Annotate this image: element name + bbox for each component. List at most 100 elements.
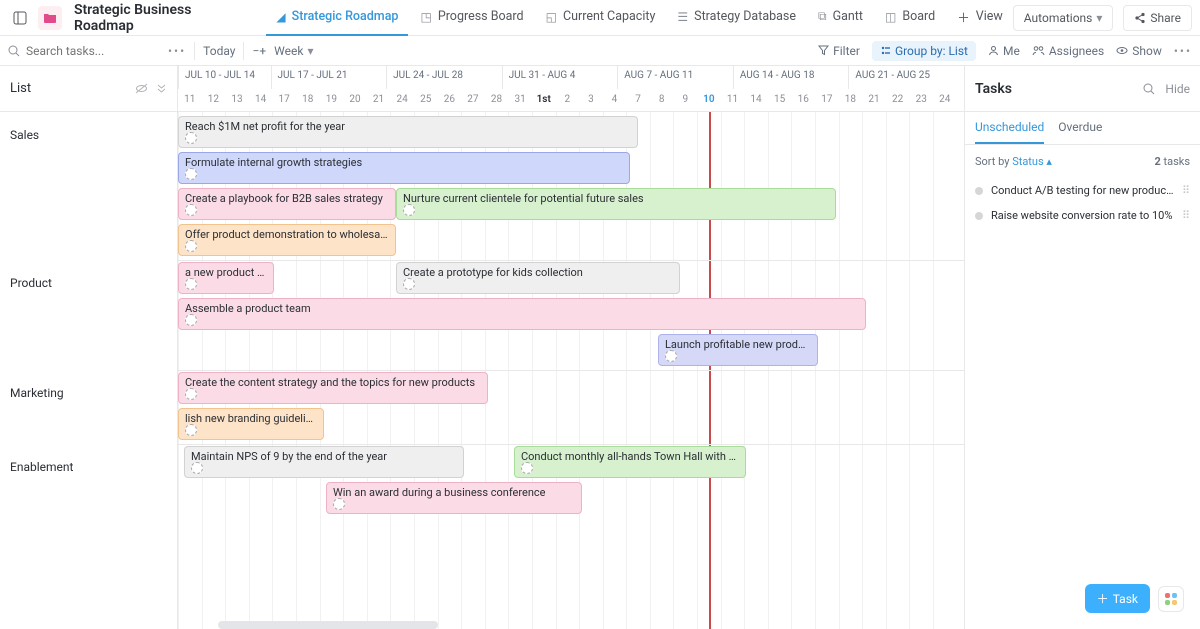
timeline-header: JUL 10 - JUL 14JUL 17 - JUL 21JUL 24 - J… (178, 66, 964, 112)
group-row[interactable]: Marketing (0, 370, 177, 444)
assignee-placeholder-icon[interactable] (333, 498, 345, 510)
timeline-bar[interactable]: Launch profitable new products wi… (658, 334, 818, 366)
assignees-button[interactable]: Assignees (1032, 44, 1104, 58)
filter-button[interactable]: Filter (818, 44, 860, 58)
timeline-body[interactable]: Reach $1M net profit for the year Formula… (178, 112, 964, 629)
assignee-placeholder-icon[interactable] (191, 462, 203, 474)
day-label: 24 (933, 94, 957, 105)
toolbar-more-icon[interactable]: ••• (1174, 44, 1192, 58)
assignee-placeholder-icon[interactable] (521, 462, 533, 474)
collapse-icon[interactable] (156, 83, 167, 94)
day-label: 14 (249, 94, 273, 105)
assignee-placeholder-icon[interactable] (403, 204, 415, 216)
assignee-placeholder-icon[interactable] (185, 168, 197, 180)
assignee-placeholder-icon[interactable] (185, 132, 197, 144)
header-left: Strategic Business Roadmap (8, 2, 266, 34)
day-label: 23 (909, 94, 933, 105)
day-label: 20 (343, 94, 367, 105)
day-label: 16 (791, 94, 815, 105)
week-label: JUL 24 - JUL 28 (386, 66, 502, 89)
weeks-row: JUL 10 - JUL 14JUL 17 - JUL 21JUL 24 - J… (178, 66, 964, 89)
horizontal-scrollbar[interactable] (178, 621, 964, 629)
sidebar-toggle-icon[interactable] (8, 6, 32, 30)
timeline-bar[interactable]: Create a prototype for kids collection (396, 262, 680, 294)
timeline-bar[interactable]: Nurture current clientele for potential … (396, 188, 836, 220)
tab-view[interactable]: ⧉Gantt (808, 0, 873, 36)
fab-area: ＋ Task (1085, 584, 1184, 613)
timeline-bar[interactable]: Maintain NPS of 9 by the end of the year (184, 446, 464, 478)
timeline-bar[interactable]: Assemble a product team (178, 298, 866, 330)
assignee-placeholder-icon[interactable] (185, 424, 197, 436)
assignee-placeholder-icon[interactable] (185, 204, 197, 216)
unscheduled-task[interactable]: Conduct A/B testing for new product p…⠿ (965, 178, 1200, 203)
assignee-placeholder-icon[interactable] (403, 278, 415, 290)
today-button[interactable]: Today (203, 44, 235, 58)
new-task-button[interactable]: ＋ Task (1085, 584, 1150, 613)
top-header: Strategic Business Roadmap ◢Strategic Ro… (0, 0, 1200, 36)
assignee-placeholder-icon[interactable] (665, 350, 677, 362)
tab-view[interactable]: ☰Strategy Database (667, 0, 806, 36)
day-label: 13 (225, 94, 249, 105)
zoom-in-icon[interactable]: + (259, 44, 266, 58)
week-label: JUL 10 - JUL 14 (178, 66, 271, 89)
day-label: 21 (862, 94, 886, 105)
search-icon[interactable] (1143, 83, 1155, 95)
apps-button[interactable] (1158, 586, 1184, 612)
group-row[interactable]: Enablement (0, 444, 177, 518)
zoom-level[interactable]: Week ▾ (274, 44, 313, 58)
assignee-placeholder-icon[interactable] (185, 388, 197, 400)
day-label: 8 (650, 94, 674, 105)
timeline-bar[interactable]: lish new branding guidelines f… (178, 408, 324, 440)
tab-unscheduled[interactable]: Unscheduled (975, 120, 1044, 144)
drag-handle-icon[interactable]: ⠿ (1182, 209, 1190, 222)
more-icon[interactable]: ••• (168, 44, 186, 58)
drag-handle-icon[interactable]: ⠿ (1182, 184, 1190, 197)
day-label: 10 (697, 94, 721, 105)
day-label: 31 (508, 94, 532, 105)
share-button[interactable]: Share (1123, 5, 1192, 31)
week-label: AUG 7 - AUG 11 (617, 66, 733, 89)
tab-view[interactable]: ◳Progress Board (410, 0, 533, 36)
groups-header: List (0, 66, 177, 112)
timeline-bar[interactable]: Offer product demonstration to wholesale… (178, 224, 396, 256)
assignee-placeholder-icon[interactable] (185, 278, 197, 290)
search-input[interactable] (26, 44, 136, 58)
automations-button[interactable]: Automations ▾ (1013, 5, 1114, 31)
add-view-button[interactable]: ＋View (947, 0, 1013, 36)
zoom-out-icon[interactable]: − (252, 44, 259, 58)
folder-icon (38, 6, 62, 30)
timeline-bar[interactable]: a new product strate… (178, 262, 274, 294)
tab-view[interactable]: ◫Board (875, 0, 945, 36)
unscheduled-task[interactable]: Raise website conversion rate to 10%⠿ (965, 203, 1200, 228)
tab-view[interactable]: ◢Strategic Roadmap (266, 0, 408, 36)
tasks-sort[interactable]: Sort by Status ▴ 2 tasks (965, 145, 1200, 178)
assignee-placeholder-icon[interactable] (185, 240, 197, 252)
show-button[interactable]: Show (1116, 44, 1162, 58)
timeline-bar[interactable]: Create the content strategy and the topi… (178, 372, 488, 404)
group-icon (880, 45, 891, 56)
timeline-bar[interactable]: Reach $1M net profit for the year (178, 116, 638, 148)
group-labels: SalesProductMarketingEnablement (0, 112, 177, 518)
week-label: JUL 17 - JUL 21 (271, 66, 387, 89)
timeline-bar[interactable]: Create a playbook for B2B sales strategy (178, 188, 396, 220)
view-icon: ◱ (546, 10, 557, 24)
group-by-button[interactable]: Group by: List (872, 41, 976, 61)
me-button[interactable]: Me (988, 44, 1020, 58)
people-icon (1032, 45, 1045, 56)
group-row[interactable]: Product (0, 260, 177, 370)
hide-button[interactable]: Hide (1165, 82, 1190, 96)
timeline-bar[interactable]: Conduct monthly all-hands Town Hall with… (514, 446, 746, 478)
group-row[interactable]: Sales (0, 112, 177, 260)
tab-view[interactable]: ◱Current Capacity (536, 0, 666, 36)
timeline[interactable]: JUL 10 - JUL 14JUL 17 - JUL 21JUL 24 - J… (178, 66, 964, 629)
person-icon (988, 45, 999, 56)
day-label: 11 (178, 94, 202, 105)
assignee-placeholder-icon[interactable] (185, 314, 197, 326)
timeline-bar[interactable]: Formulate internal growth strategies (178, 152, 630, 184)
timeline-bar[interactable]: Win an award during a business conferenc… (326, 482, 582, 514)
search-icon (8, 45, 20, 57)
tab-overdue[interactable]: Overdue (1058, 120, 1102, 144)
hide-icon[interactable] (135, 83, 148, 94)
search-tasks[interactable] (8, 44, 168, 58)
day-label: 1st (532, 94, 556, 105)
